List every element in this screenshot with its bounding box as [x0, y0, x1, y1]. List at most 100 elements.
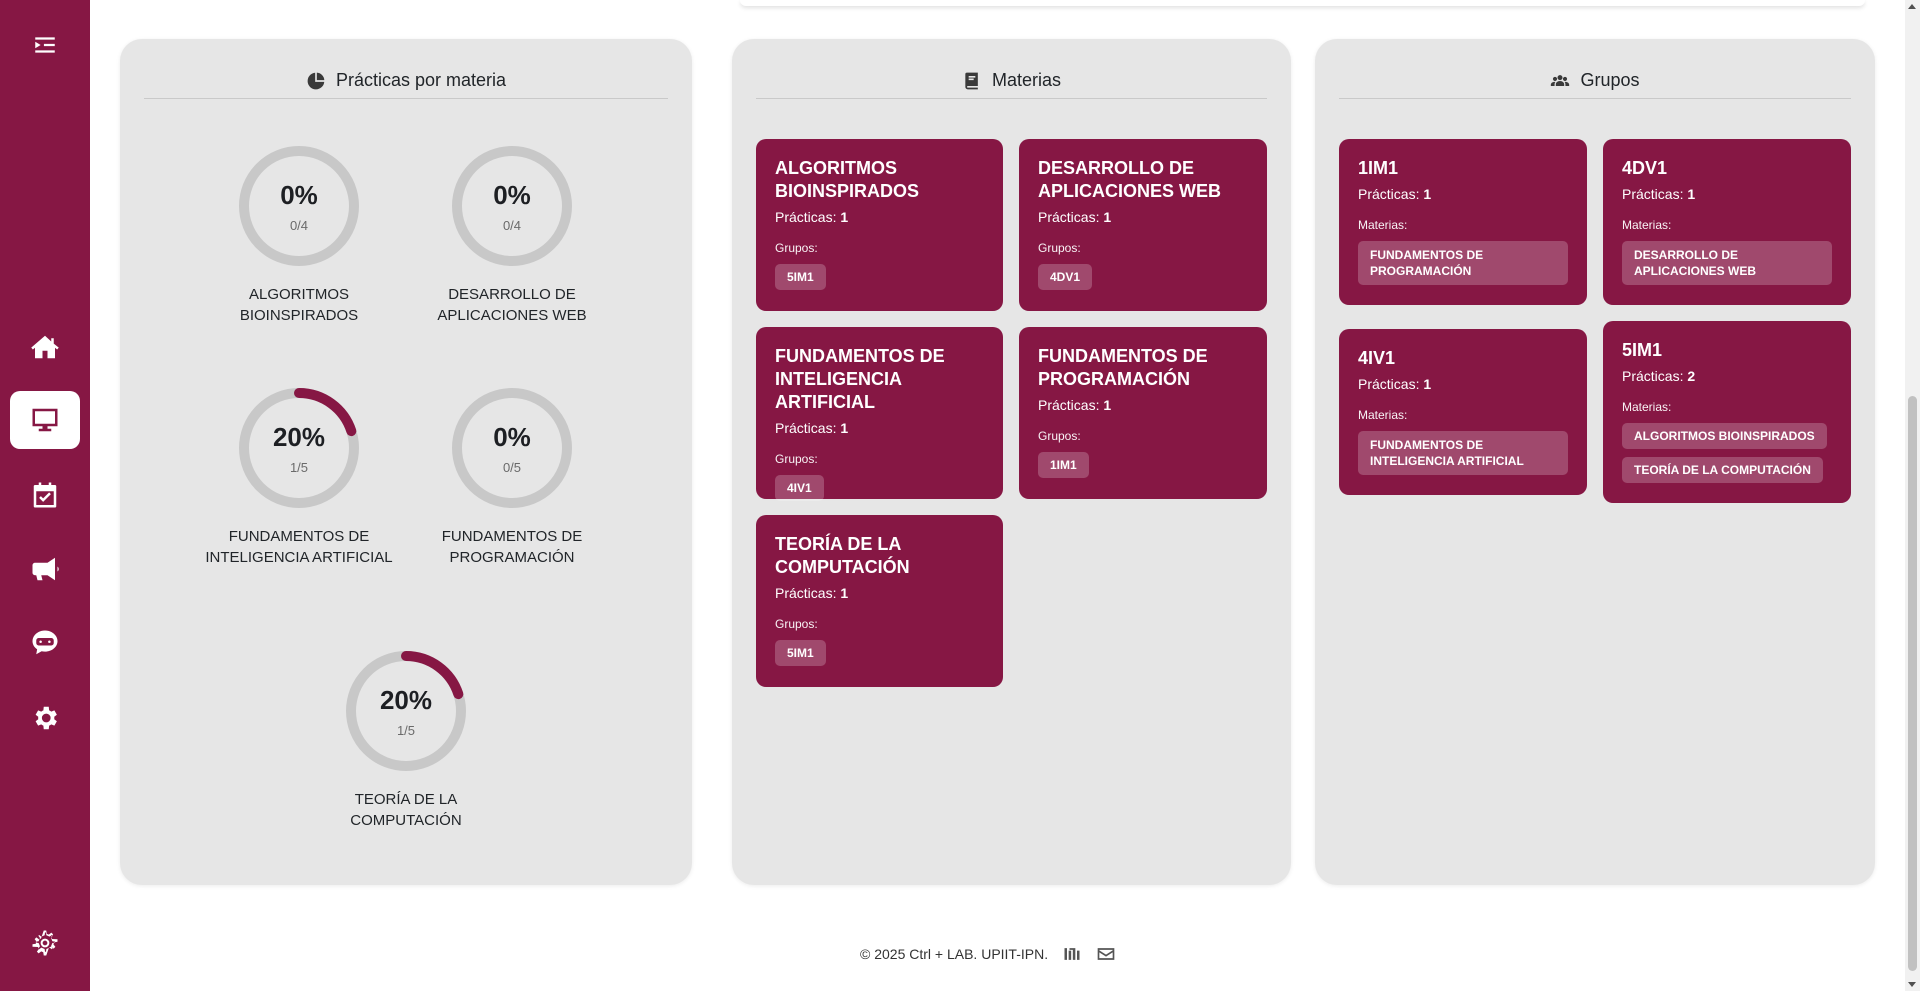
materia-card-algoritmos[interactable]: ALGORITMOS BIOINSPIRADOS Prácticas: 1 Gr… [756, 139, 1003, 311]
institution-logo-icon[interactable] [1062, 945, 1082, 963]
footer: © 2025 Ctrl + LAB. UPIIT-IPN. [860, 944, 1116, 964]
materia-name: TEORÍA DE LA COMPUTACIÓN [775, 534, 910, 577]
donut-fundamentos-prog: 0% 0/5 [451, 387, 573, 509]
materia-card-desarrollo[interactable]: DESARROLLO DE APLICACIONES WEB Prácticas… [1019, 139, 1267, 311]
grupo-chip[interactable]: 5IM1 [775, 640, 826, 666]
donut-fraction: 0/4 [502, 218, 522, 233]
donut-label: FUNDAMENTOS DE INTELIGENCIA ARTIFICIAL [205, 528, 393, 566]
donut-label: ALGORITMOS BIOINSPIRADOS [239, 286, 359, 324]
grupo-chip[interactable]: 4DV1 [1038, 264, 1093, 290]
grupos-panel-header: Grupos [1339, 63, 1851, 99]
donut-fraction: 0/4 [289, 218, 309, 233]
materia-grupos-label: Grupos: [775, 617, 818, 631]
scroll-up-arrow-icon[interactable] [1908, 4, 1916, 9]
grupos-panel: Grupos 1IM1 Prácticas: 1 Materias: FUNDA… [1315, 39, 1875, 885]
donut-fundamentos-ia: 20% 1/5 [238, 387, 360, 509]
materia-practicas: Prácticas: 1 [775, 585, 849, 601]
grupo-materias-label: Materias: [1358, 408, 1408, 422]
materias-panel-title: Materias [991, 70, 1062, 90]
donut-percent: 20% [272, 422, 326, 452]
materia-card-fundamentos-ia[interactable]: FUNDAMENTOS DE INTELIGENCIA ARTIFICIAL P… [756, 327, 1003, 501]
materias-panel-header: Materias [756, 63, 1267, 99]
grupo-practicas: Prácticas: 1 [1358, 376, 1432, 392]
sidebar-item-preferences[interactable] [10, 914, 80, 972]
materias-panel: Materias ALGORITMOS BIOINSPIRADOS Prácti… [732, 39, 1291, 885]
grupo-chip[interactable]: 4IV1 [775, 475, 824, 501]
practicas-panel-title: Prácticas por materia [335, 70, 507, 90]
users-icon [1551, 74, 1570, 86]
donut-fraction: 1/5 [396, 723, 416, 738]
sidebar-item-settings[interactable] [10, 689, 80, 747]
sidebar-item-calendar[interactable] [10, 466, 80, 524]
menu-toggle-button[interactable] [10, 16, 80, 74]
bullhorn-icon [32, 557, 59, 581]
calendar-check-icon [33, 482, 57, 508]
grupo-card-4iv1[interactable]: 4IV1 Prácticas: 1 Materias: FUNDAMENTOS … [1339, 329, 1587, 495]
donut-percent: 0% [280, 180, 318, 210]
materia-chip[interactable]: FUNDAMENTOS DE INTELIGENCIA ARTIFICIAL [1358, 431, 1568, 475]
sidebar [0, 0, 90, 991]
materia-chip[interactable]: TEORÍA DE LA COMPUTACIÓN [1622, 457, 1823, 483]
home-icon [31, 335, 59, 359]
materia-grupos-label: Grupos: [1038, 429, 1081, 443]
grupo-card-1im1[interactable]: 1IM1 Prácticas: 1 Materias: FUNDAMENTOS … [1339, 139, 1587, 305]
chat-bot-icon [32, 630, 58, 655]
footer-copyright: © 2025 Ctrl + LAB. UPIIT-IPN. [860, 946, 1049, 962]
book-icon [965, 72, 978, 89]
grupo-practicas: Prácticas: 1 [1358, 186, 1432, 202]
materia-name: ALGORITMOS BIOINSPIRADOS [775, 158, 920, 201]
grupo-card-4dv1[interactable]: 4DV1 Prácticas: 1 Materias: DESARROLLO D… [1603, 139, 1851, 305]
donut-teoria: 20% 1/5 [345, 650, 467, 772]
grupo-name: 1IM1 [1358, 158, 1399, 178]
materia-grupos-label: Grupos: [775, 452, 818, 466]
materia-name: FUNDAMENTOS DE INTELIGENCIA ARTIFICIAL [775, 346, 945, 412]
materia-chip[interactable]: FUNDAMENTOS DE PROGRAMACIÓN [1358, 241, 1568, 285]
scroll-thumb[interactable] [1908, 396, 1917, 971]
donut-label: DESARROLLO DE APLICACIONES WEB [437, 286, 587, 324]
donut-fraction: 0/5 [502, 460, 522, 475]
envelope-icon[interactable] [1096, 945, 1116, 963]
practicas-panel: Prácticas por materia 0% 0/4 ALGORITMOS … [120, 39, 692, 885]
donut-fraction: 1/5 [289, 460, 309, 475]
donut-percent: 0% [493, 180, 531, 210]
donut-percent: 0% [493, 422, 531, 452]
grupo-name: 4IV1 [1358, 348, 1396, 368]
gear-outline-icon [32, 930, 58, 956]
desktop-icon [32, 408, 58, 432]
materia-name: FUNDAMENTOS DE PROGRAMACIÓN [1038, 346, 1208, 389]
materia-grupos-label: Grupos: [775, 241, 818, 255]
donut-algoritmos: 0% 0/4 [238, 145, 360, 267]
sidebar-item-dashboard[interactable] [10, 391, 80, 449]
sidebar-item-announcements[interactable] [10, 540, 80, 598]
grupo-chip[interactable]: 1IM1 [1038, 452, 1089, 478]
grupo-name: 5IM1 [1622, 340, 1663, 360]
materia-name: DESARROLLO DE APLICACIONES WEB [1038, 158, 1222, 201]
grupo-chip[interactable]: 5IM1 [775, 264, 826, 290]
page-scrollbar[interactable] [1905, 0, 1920, 991]
sidebar-item-chat[interactable] [10, 614, 80, 672]
materia-practicas: Prácticas: 1 [1038, 397, 1112, 413]
grupo-name: 4DV1 [1622, 158, 1668, 178]
donut-desarrollo: 0% 0/4 [451, 145, 573, 267]
practicas-panel-header: Prácticas por materia [144, 63, 668, 99]
donut-percent: 20% [379, 685, 433, 715]
pie-chart-icon [307, 72, 325, 89]
grupo-card-5im1[interactable]: 5IM1 Prácticas: 2 Materias: ALGORITMOS B… [1603, 321, 1851, 503]
grupo-materias-label: Materias: [1622, 218, 1672, 232]
donut-label: FUNDAMENTOS DE PROGRAMACIÓN [441, 528, 583, 566]
grupo-materias-label: Materias: [1358, 218, 1408, 232]
materia-grupos-label: Grupos: [1038, 241, 1081, 255]
grupos-panel-title: Grupos [1580, 70, 1640, 90]
materia-practicas: Prácticas: 1 [1038, 209, 1112, 225]
materia-card-teoria[interactable]: TEORÍA DE LA COMPUTACIÓN Prácticas: 1 Gr… [756, 515, 1003, 687]
grupo-practicas: Prácticas: 1 [1622, 186, 1696, 202]
grupo-practicas: Prácticas: 2 [1622, 368, 1696, 384]
materia-chip[interactable]: DESARROLLO DE APLICACIONES WEB [1622, 241, 1832, 285]
scroll-down-arrow-icon[interactable] [1908, 982, 1916, 987]
sidebar-item-home[interactable] [10, 318, 80, 376]
materia-card-fundamentos-prog[interactable]: FUNDAMENTOS DE PROGRAMACIÓN Prácticas: 1… [1019, 327, 1267, 499]
materia-chip[interactable]: ALGORITMOS BIOINSPIRADOS [1622, 423, 1827, 449]
previous-card-edge [740, 0, 1865, 6]
materia-practicas: Prácticas: 1 [775, 209, 849, 225]
menu-collapse-icon [35, 37, 55, 53]
